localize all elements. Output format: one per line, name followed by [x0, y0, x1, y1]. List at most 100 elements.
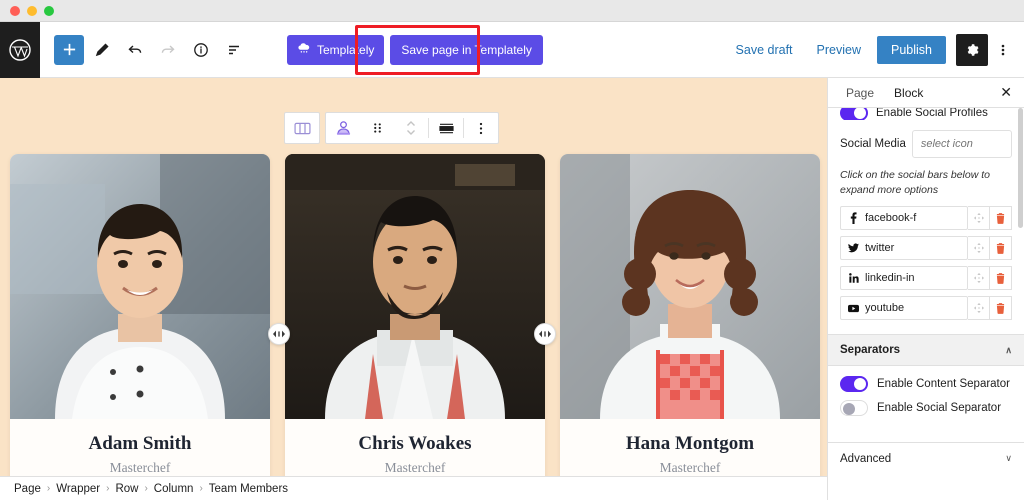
info-icon[interactable]	[186, 35, 216, 65]
delete-icon[interactable]	[990, 296, 1012, 321]
social-item-linkedin[interactable]: linkedin-in	[840, 266, 968, 291]
window-titlebar	[0, 0, 1024, 22]
social-item-youtube[interactable]: youtube	[840, 296, 968, 321]
enable-social-profiles-row[interactable]: Enable Social Profiles	[828, 108, 1024, 120]
sidebar-tabs: Page Block ✕	[828, 78, 1024, 108]
preview-button[interactable]: Preview	[805, 43, 873, 57]
breadcrumb-separator: ›	[46, 483, 51, 494]
team-member-card[interactable]: Chris Woakes Masterchef	[285, 154, 545, 483]
block-floating-toolbar	[284, 112, 499, 144]
team-member-name: Hana Montgom	[625, 433, 755, 454]
social-item-label: youtube	[865, 302, 905, 315]
enable-social-profiles-toggle[interactable]	[840, 108, 868, 120]
twitter-icon	[848, 243, 859, 253]
wordpress-logo-icon[interactable]	[0, 21, 40, 78]
team-members-block-icon[interactable]	[326, 112, 360, 144]
window-maximize-button[interactable]	[44, 5, 54, 16]
list-item[interactable]: twitter	[840, 236, 1012, 261]
drag-handle-icon[interactable]	[360, 112, 394, 144]
select-icon-input[interactable]	[912, 138, 1011, 150]
breadcrumb-separator: ›	[144, 483, 148, 494]
breadcrumb-separator: ›	[199, 483, 203, 494]
move-handle-icon[interactable]	[968, 236, 990, 261]
team-member-card[interactable]: Hana Montgom Masterchef	[560, 154, 820, 483]
breadcrumb-item-row[interactable]: Row	[115, 483, 138, 495]
breadcrumb-item-page[interactable]: Page	[14, 483, 41, 495]
team-member-role: Masterchef	[109, 460, 171, 475]
kebab-menu-icon[interactable]	[990, 34, 1016, 66]
templately-toolbar-group: Templately Save page in Templately	[287, 24, 543, 75]
chef-portrait-hana-montgom	[560, 154, 820, 419]
move-handle-icon[interactable]	[968, 296, 990, 321]
enable-social-separator-label: Enable Social Separator	[877, 402, 1002, 415]
chevron-up-icon: ∧	[1005, 344, 1012, 355]
breadcrumb-item-wrapper[interactable]: Wrapper	[56, 483, 100, 495]
move-handle-icon[interactable]	[968, 266, 990, 291]
add-block-icon[interactable]	[54, 34, 84, 65]
breadcrumb: Page › Wrapper › Row › Column › Team Mem…	[0, 476, 827, 500]
undo-icon[interactable]	[120, 35, 150, 65]
delete-icon[interactable]	[990, 206, 1012, 231]
social-bars-hint: Click on the social bars below to expand…	[840, 169, 990, 197]
sidebar-scrollbar[interactable]	[1018, 108, 1023, 228]
column-layout-icon[interactable]	[285, 112, 319, 144]
enable-social-separator-row[interactable]: Enable Social Separator	[840, 400, 1012, 417]
chevron-down-icon: ∨	[1005, 453, 1012, 464]
enable-social-separator-toggle[interactable]	[840, 400, 868, 417]
editor-canvas: Adam Smith Masterchef Chris Woakes Maste…	[0, 78, 827, 483]
enable-content-separator-row[interactable]: Enable Content Separator	[840, 376, 1012, 393]
team-member-info: Adam Smith Masterchef	[10, 419, 270, 483]
list-item[interactable]: youtube	[840, 296, 1012, 321]
move-updown-icon[interactable]	[394, 112, 428, 144]
column-resize-handle-right[interactable]	[534, 323, 556, 345]
block-settings-sidebar: Page Block ✕ Enable Social Profiles Soci…	[827, 78, 1024, 500]
enable-content-separator-toggle[interactable]	[840, 376, 868, 393]
tab-page[interactable]: Page	[836, 78, 884, 108]
templately-button[interactable]: Templately	[287, 34, 385, 65]
tab-block[interactable]: Block	[884, 78, 933, 108]
window-close-button[interactable]	[10, 5, 20, 16]
social-media-select[interactable]: +	[911, 130, 1012, 158]
chef-portrait-chris-woakes	[285, 154, 545, 419]
edit-pencil-icon[interactable]	[87, 35, 117, 65]
advanced-section-header[interactable]: Advanced ∨	[828, 442, 1024, 475]
delete-icon[interactable]	[990, 236, 1012, 261]
list-item[interactable]: facebook-f	[840, 206, 1012, 231]
breadcrumb-separator: ›	[106, 483, 110, 494]
save-draft-button[interactable]: Save draft	[724, 43, 805, 57]
toolbar-right-actions: Save draft Preview Publish	[724, 33, 1024, 66]
separators-section-title: Separators	[840, 344, 901, 357]
team-member-info: Hana Montgom Masterchef	[560, 419, 820, 483]
team-member-info: Chris Woakes Masterchef	[285, 419, 545, 483]
social-item-label: facebook-f	[865, 212, 917, 225]
publish-button[interactable]: Publish	[877, 35, 946, 64]
close-icon[interactable]: ✕	[1000, 84, 1016, 101]
list-item[interactable]: linkedin-in	[840, 266, 1012, 291]
save-page-in-templately-label: Save page in Templately	[401, 42, 532, 57]
save-page-in-templately-button[interactable]: Save page in Templately	[390, 34, 543, 65]
block-options-icon[interactable]	[464, 112, 498, 144]
toolbar-left-tools	[40, 34, 249, 65]
editor-toolbar: Templately Save page in Templately Save …	[0, 21, 1024, 78]
breadcrumb-item-column[interactable]: Column	[154, 483, 194, 495]
align-icon[interactable]	[429, 112, 463, 144]
column-resize-handle-left[interactable]	[268, 323, 290, 345]
window-minimize-button[interactable]	[27, 5, 37, 16]
youtube-icon	[848, 304, 859, 313]
facebook-icon	[848, 212, 859, 225]
templately-cloud-icon	[297, 41, 311, 58]
delete-icon[interactable]	[990, 266, 1012, 291]
separators-section-header[interactable]: Separators ∧	[828, 334, 1024, 367]
gear-icon[interactable]	[956, 33, 988, 66]
breadcrumb-item-team-members[interactable]: Team Members	[209, 483, 288, 495]
chef-portrait-adam-smith	[10, 154, 270, 419]
team-member-card[interactable]: Adam Smith Masterchef	[10, 154, 270, 483]
social-item-label: linkedin-in	[865, 272, 915, 285]
templately-button-label: Templately	[317, 42, 375, 57]
social-item-facebook[interactable]: facebook-f	[840, 206, 968, 231]
move-handle-icon[interactable]	[968, 206, 990, 231]
redo-icon[interactable]	[153, 35, 183, 65]
social-item-twitter[interactable]: twitter	[840, 236, 968, 261]
list-view-icon[interactable]	[219, 35, 249, 65]
parent-block-group	[284, 112, 320, 144]
